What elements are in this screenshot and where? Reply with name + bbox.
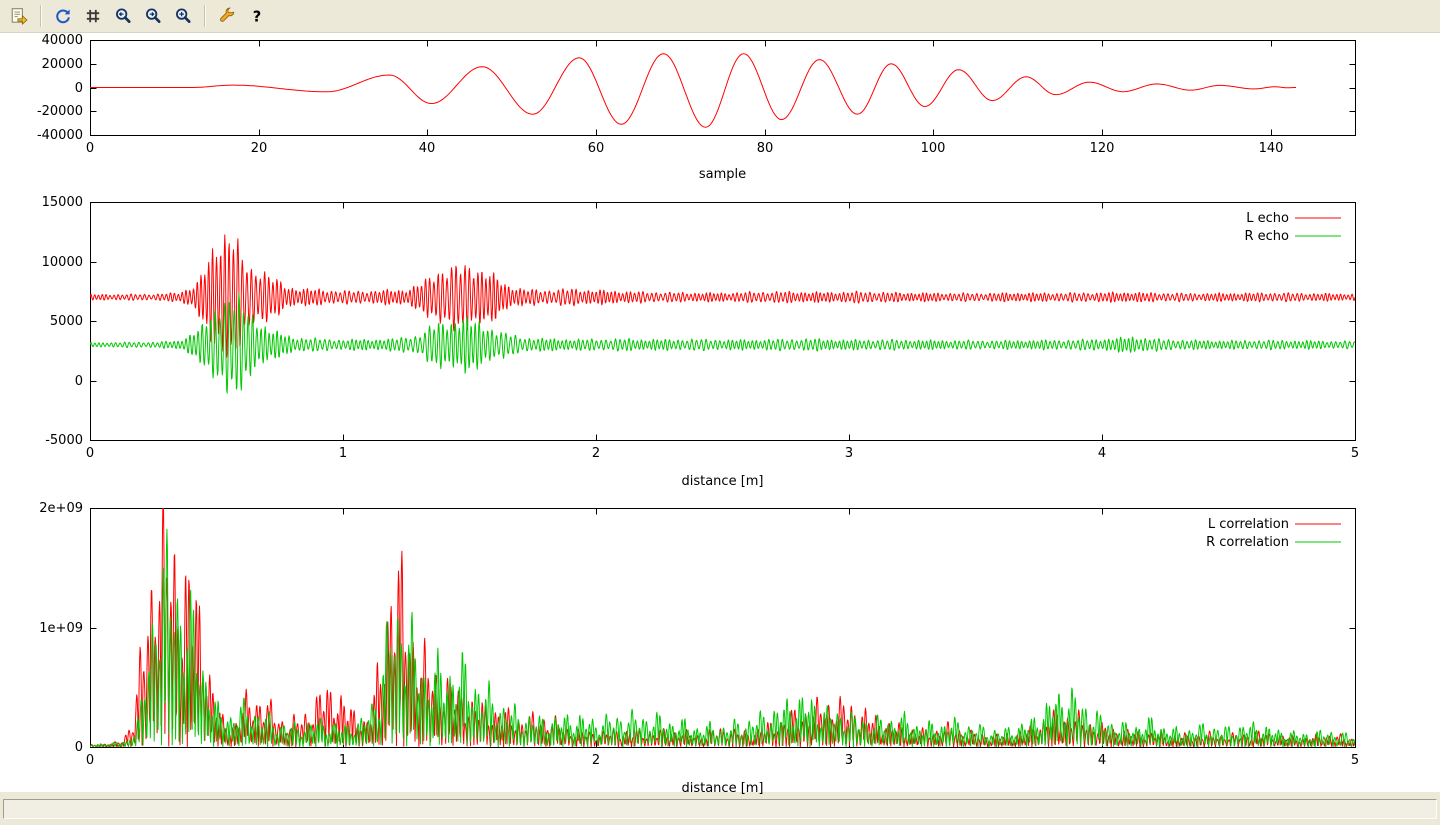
y-tick-label: 2e+09	[39, 501, 83, 516]
axes	[91, 203, 1356, 441]
y-tick-label: 0	[75, 81, 83, 96]
y-tick-label: 20000	[42, 57, 83, 72]
legend-label: R correlation	[1206, 535, 1289, 550]
zoom-next-button[interactable]	[139, 3, 167, 29]
y-tick-label: -40000	[37, 128, 83, 143]
x-tick-label: 140	[1259, 141, 1284, 156]
x-tick-label: 3	[845, 753, 853, 768]
x-axis-label: distance [m]	[681, 474, 763, 489]
series-group	[90, 235, 1355, 393]
axes	[91, 41, 1356, 136]
toolbar-separator	[40, 5, 42, 27]
series-group	[90, 54, 1296, 128]
autoscale-icon	[174, 7, 192, 25]
plot-canvas[interactable]: 020406080100120140-40000-200000200004000…	[0, 33, 1440, 791]
x-tick-label: 20	[251, 141, 268, 156]
plot-frame	[91, 203, 1356, 441]
x-tick-label: 2	[592, 753, 600, 768]
x-tick-label: 4	[1098, 446, 1106, 461]
copy-to-clipboard-icon	[10, 7, 28, 25]
x-tick-label: 3	[845, 446, 853, 461]
y-tick-label: -5000	[45, 433, 83, 448]
toolbar-separator	[204, 5, 206, 27]
chart-1: 012345-5000050001000015000distance [m]L …	[42, 195, 1360, 489]
legend-label: L correlation	[1208, 517, 1289, 532]
help-icon: ?	[248, 7, 266, 25]
axes	[91, 509, 1356, 748]
y-tick-label: 1e+09	[39, 621, 83, 636]
x-tick-label: 5	[1351, 753, 1359, 768]
x-tick-label: 0	[86, 753, 94, 768]
series-group	[90, 497, 1355, 747]
plots-svg: 020406080100120140-40000-200000200004000…	[0, 33, 1440, 797]
y-tick-label: 5000	[50, 314, 83, 329]
y-tick-label: -20000	[37, 104, 83, 119]
plot-frame	[91, 41, 1356, 136]
toggle-grid-button[interactable]	[79, 3, 107, 29]
replot-icon	[54, 7, 72, 25]
chart-2: 0 1 2 3 4 5 0 1e+09 2e+09 distance [m] L correlati…	[39, 497, 1359, 796]
y-tick-label: 10000	[42, 255, 83, 270]
series-l-echo	[90, 235, 1355, 357]
series-r-correlation	[90, 529, 1355, 747]
plot-frame	[91, 509, 1356, 748]
x-axis-label: distance [m]	[681, 781, 763, 796]
x-tick-label: 4	[1098, 753, 1106, 768]
series-l-correlation	[90, 497, 1355, 747]
x-tick-label: 1	[339, 446, 347, 461]
legend-label: L echo	[1246, 211, 1289, 226]
x-tick-label: 5	[1351, 446, 1359, 461]
x-tick-label: 120	[1090, 141, 1115, 156]
y-tick-label: 0	[75, 374, 83, 389]
y-tick-label: 15000	[42, 195, 83, 210]
legend-label: R echo	[1244, 229, 1289, 244]
x-tick-label: 0	[86, 141, 94, 156]
zoom-next-icon	[144, 7, 162, 25]
x-tick-label: 100	[921, 141, 946, 156]
x-tick-label: 2	[592, 446, 600, 461]
x-tick-label: 0	[86, 446, 94, 461]
zoom-previous-icon	[114, 7, 132, 25]
help-button[interactable]: ?	[243, 3, 271, 29]
config-icon	[218, 7, 236, 25]
config-button[interactable]	[213, 3, 241, 29]
autoscale-button[interactable]	[169, 3, 197, 29]
toolbar: ?	[0, 0, 1440, 33]
chart-0: 0 20 40 60 80 100 120 140 -40000 -20000 0 20000 4000…	[37, 33, 1356, 182]
replot-button[interactable]	[49, 3, 77, 29]
y-tick-label: 40000	[42, 33, 83, 48]
y-tick-label: 0	[75, 740, 83, 755]
toggle-grid-icon	[84, 7, 102, 25]
x-axis-label: sample	[699, 167, 746, 182]
series-line	[90, 54, 1296, 128]
x-tick-label: 40	[419, 141, 436, 156]
x-tick-label: 60	[588, 141, 605, 156]
gnuplot-window: ? 020406080100120140-40000-2000002000040…	[0, 0, 1440, 825]
copy-to-clipboard-button[interactable]	[5, 3, 33, 29]
status-text	[3, 799, 1437, 819]
x-tick-label: 80	[757, 141, 774, 156]
x-tick-label: 1	[339, 753, 347, 768]
zoom-previous-button[interactable]	[109, 3, 137, 29]
svg-text:?: ?	[253, 9, 261, 25]
